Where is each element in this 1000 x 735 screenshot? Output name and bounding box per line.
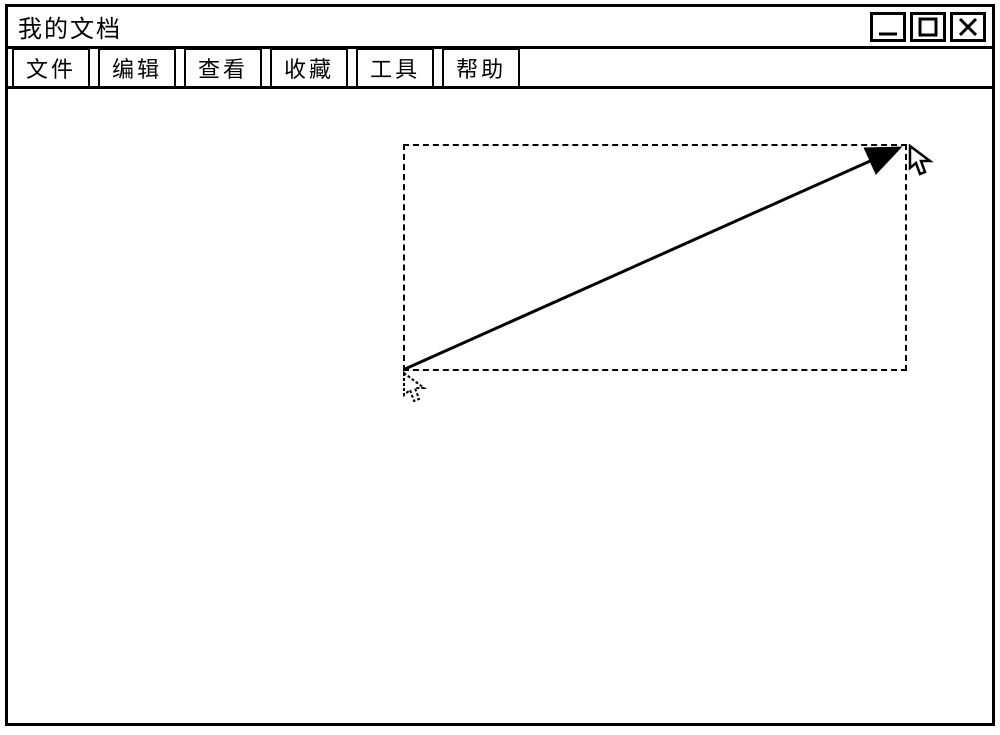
menu-view[interactable]: 查看 [184,48,262,88]
selection-rectangle [403,144,907,371]
titlebar: 我的文档 [8,7,992,49]
close-icon [957,16,979,38]
maximize-button[interactable] [910,12,946,42]
window-title: 我的文档 [18,9,122,44]
app-window: 我的文档 文件 编辑 查看 收藏 工具 [5,4,995,726]
close-button[interactable] [950,12,986,42]
window-controls [870,12,986,42]
menu-file[interactable]: 文件 [12,48,90,88]
menu-help[interactable]: 帮助 [442,48,520,88]
maximize-icon [917,16,939,38]
menu-favorites[interactable]: 收藏 [270,48,348,88]
menu-edit[interactable]: 编辑 [98,48,176,88]
content-area[interactable] [8,89,992,723]
minimize-icon [877,16,899,38]
cursor-end-icon [908,144,934,183]
cursor-start-icon [402,371,428,410]
menu-tools[interactable]: 工具 [356,48,434,88]
menubar: 文件 编辑 查看 收藏 工具 帮助 [8,49,992,89]
minimize-button[interactable] [870,12,906,42]
